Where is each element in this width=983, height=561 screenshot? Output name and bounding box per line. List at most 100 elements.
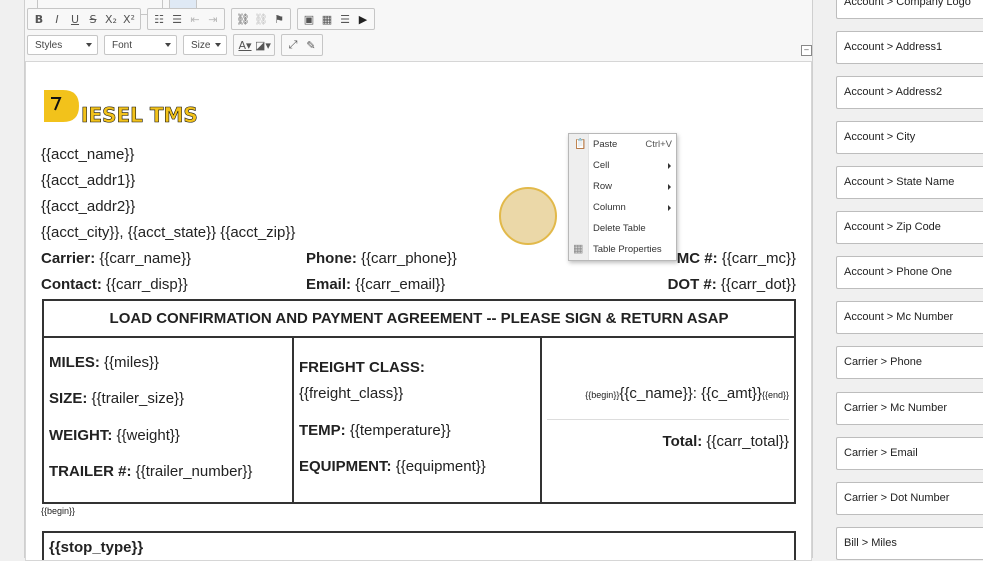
sidebar-item-address1[interactable]: Account > Address1	[836, 31, 983, 64]
weight-field: WEIGHT: {{weight}}	[49, 427, 180, 444]
context-item-row[interactable]: Row	[569, 176, 676, 197]
toolbar-group-insert: ▣ ▦ ☰ ▶	[297, 8, 375, 30]
size-field: SIZE: {{trailer_size}}	[49, 390, 184, 407]
temp-field: TEMP: {{temperature}}	[299, 422, 451, 439]
sidebar-item-address2[interactable]: Account > Address2	[836, 76, 983, 109]
image-icon[interactable]: ▣	[300, 10, 318, 28]
styles-dropdown[interactable]: Styles	[27, 35, 98, 55]
font-dropdown-label: Font	[112, 39, 133, 51]
link-icon[interactable]: ⛓	[234, 10, 252, 28]
document-area[interactable]: IESEL TMS {{acct_name}} {{acct_addr1}} {…	[25, 61, 812, 561]
context-item-delete-table[interactable]: Delete Table	[569, 218, 676, 239]
youtube-icon[interactable]: ▶	[354, 10, 372, 28]
context-item-paste[interactable]: 📋 Paste Ctrl+V	[569, 134, 676, 155]
sidebar-item-account-mc-number[interactable]: Account > Mc Number	[836, 301, 983, 334]
toolbar-row-formatting: B I U S X₂ X² ☷ ☰ ⇤ ⇥ ⛓ ⛓ ⚑ ▣ ▦ ☰ ▶	[27, 8, 381, 30]
sidebar-item-company-logo[interactable]: Account > Company Logo	[836, 0, 983, 19]
svg-text:IESEL TMS: IESEL TMS	[81, 103, 198, 127]
paste-icon: 📋	[574, 139, 587, 150]
submenu-arrow-icon	[668, 184, 671, 190]
context-item-column[interactable]: Column	[569, 197, 676, 218]
unlink-icon[interactable]: ⛓	[252, 10, 270, 28]
sidebar-item-carrier-mc-number[interactable]: Carrier > Mc Number	[836, 392, 983, 425]
mc-label: MC #:	[676, 250, 718, 267]
email-label: Email:	[306, 276, 352, 293]
phone-label: Phone:	[306, 250, 357, 267]
dot-label: DOT #:	[667, 276, 717, 293]
context-item-label: Table Properties	[593, 244, 662, 255]
italic-icon[interactable]: I	[48, 10, 66, 28]
sidebar-item-state-name[interactable]: Account > State Name	[836, 166, 983, 199]
sidebar-item-phone-one[interactable]: Account > Phone One	[836, 256, 983, 289]
context-item-label: Cell	[593, 160, 610, 171]
begin-marker-below: {{begin}}	[41, 506, 76, 516]
table-cell-right[interactable]: {{begin}}{{c_name}}: {{c_amt}}{{end}} To…	[542, 337, 794, 504]
contact-label: Contact:	[41, 276, 102, 293]
total-value: {{carr_total}}	[706, 433, 789, 450]
background-color-icon[interactable]: ◪▾	[254, 36, 272, 54]
sidebar-item-zip-code[interactable]: Account > Zip Code	[836, 211, 983, 244]
sidebar-item-carrier-phone[interactable]: Carrier > Phone	[836, 346, 983, 379]
collapse-toolbar-icon[interactable]: –	[801, 45, 812, 56]
table-icon[interactable]: ▦	[318, 10, 336, 28]
context-item-label: Delete Table	[593, 223, 646, 234]
carrier-label: Carrier:	[41, 250, 96, 267]
acct-city-state-zip-line: {{acct_city}}, {{acct_state}} {{acct_zip…	[41, 224, 296, 241]
sidebar-item-bill-miles[interactable]: Bill > Miles	[836, 527, 983, 560]
underline-icon[interactable]: U	[66, 10, 84, 28]
chevron-down-icon	[165, 43, 171, 47]
miles-label: MILES:	[49, 354, 100, 371]
font-dropdown[interactable]: Font	[104, 35, 177, 55]
acct-addr1-line: {{acct_addr1}}	[41, 172, 136, 189]
email-line: Email: {{carr_email}}	[306, 276, 445, 293]
charge-line: {{begin}}{{c_name}}: {{c_amt}}{{end}}	[585, 385, 789, 402]
acct-name-line: {{acct_name}}	[41, 146, 135, 163]
stop-table[interactable]: {{stop_type}}	[42, 531, 796, 560]
equipment-field: EQUIPMENT: {{equipment}}	[299, 458, 486, 475]
table-cell-middle[interactable]: FREIGHT CLASS: {{freight_class}} TEMP: {…	[294, 337, 542, 504]
sidebar-item-carrier-email[interactable]: Carrier > Email	[836, 437, 983, 470]
charge-begin-marker: {{begin}}	[585, 390, 620, 400]
indent-icon[interactable]: ⇥	[204, 10, 222, 28]
context-item-cell[interactable]: Cell	[569, 155, 676, 176]
trailer-label: TRAILER #:	[49, 463, 132, 480]
toolbar-group-basicstyles: B I U S X₂ X²	[27, 8, 141, 30]
sidebar-item-city[interactable]: Account > City	[836, 121, 983, 154]
company-logo: IESEL TMS	[44, 90, 198, 127]
total-label: Total:	[662, 433, 703, 450]
carrier-line: Carrier: {{carr_name}}	[41, 250, 191, 267]
trailer-value: {{trailer_number}}	[135, 463, 253, 480]
context-item-label: Row	[593, 181, 613, 192]
bulleted-list-icon[interactable]: ☰	[168, 10, 186, 28]
numbered-list-icon[interactable]: ☷	[150, 10, 168, 28]
outdent-icon[interactable]: ⇤	[186, 10, 204, 28]
table-properties-icon: ▦	[573, 243, 584, 255]
chevron-down-icon	[86, 43, 92, 47]
dot-value: {{carr_dot}}	[720, 276, 796, 293]
toolbar-group-lists: ☷ ☰ ⇤ ⇥	[147, 8, 225, 30]
miles-field: MILES: {{miles}}	[49, 354, 159, 371]
text-color-icon[interactable]: A▾	[236, 36, 254, 54]
context-item-table-properties[interactable]: ▦ Table Properties	[569, 239, 676, 260]
maximize-icon[interactable]: ⤢	[284, 36, 302, 54]
size-value: {{trailer_size}}	[91, 390, 185, 407]
subscript-icon[interactable]: X₂	[102, 10, 120, 28]
strikethrough-icon[interactable]: S	[84, 10, 102, 28]
toolbar-row-styles: Styles Font Size A▾ ◪▾ ⤢ ✎	[27, 34, 329, 56]
bold-icon[interactable]: B	[30, 10, 48, 28]
table-cell-left[interactable]: MILES: {{miles}} SIZE: {{trailer_size}} …	[44, 337, 294, 504]
toolbar-group-links: ⛓ ⛓ ⚑	[231, 8, 291, 30]
freight-class-value: {{freight_class}}	[299, 385, 404, 402]
anchor-flag-icon[interactable]: ⚑	[270, 10, 288, 28]
size-dropdown[interactable]: Size	[183, 35, 227, 55]
miles-value: {{miles}}	[104, 354, 160, 371]
horizontal-line-icon[interactable]: ☰	[336, 10, 354, 28]
superscript-icon[interactable]: X²	[120, 10, 138, 28]
weight-value: {{weight}}	[116, 427, 180, 444]
carrier-value: {{carr_name}}	[99, 250, 192, 267]
sidebar-item-carrier-dot-number[interactable]: Carrier > Dot Number	[836, 482, 983, 515]
load-confirmation-table[interactable]: LOAD CONFIRMATION AND PAYMENT AGREEMENT …	[42, 299, 796, 504]
phone-line: Phone: {{carr_phone}}	[306, 250, 457, 267]
remove-format-icon[interactable]: ✎	[302, 36, 320, 54]
contact-value: {{carr_disp}}	[106, 276, 188, 293]
